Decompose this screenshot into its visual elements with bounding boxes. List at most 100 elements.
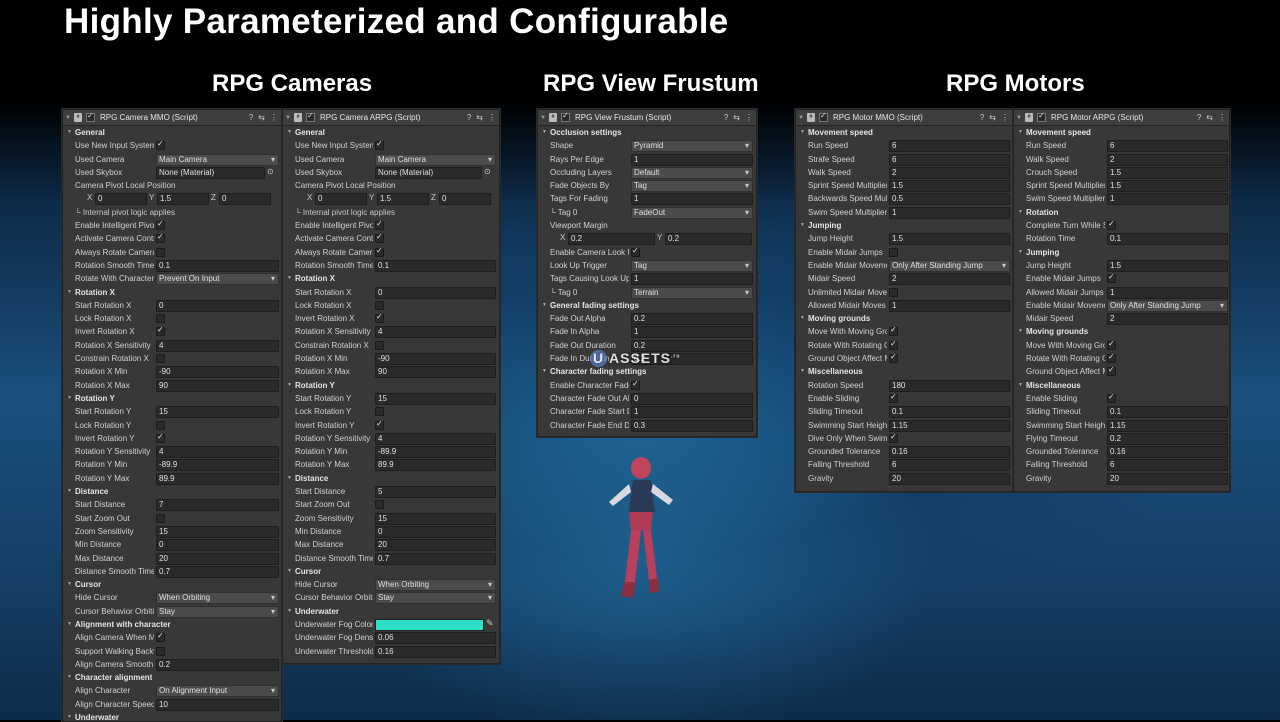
component-header[interactable]: ▼# RPG Motor MMO (Script)? ⇆ ⋮ [796, 110, 1012, 126]
preset-icon[interactable]: ⇆ [476, 113, 483, 122]
section-header-rotation-y[interactable]: Rotation Y [283, 379, 499, 392]
checkbox[interactable] [375, 246, 384, 257]
preset-icon[interactable]: ⇆ [1206, 113, 1213, 122]
checkbox[interactable] [156, 432, 165, 443]
axis-input-z[interactable]: 0 [219, 193, 271, 206]
value-input[interactable]: 180 [889, 379, 1010, 392]
value-input[interactable]: 1.15 [889, 419, 1010, 432]
component-header[interactable]: ▼# RPG View Frustum (Script)? ⇆ ⋮ [538, 110, 756, 126]
checkbox[interactable] [156, 513, 165, 523]
checkbox[interactable] [156, 314, 165, 324]
value-input[interactable]: 89.9 [156, 472, 279, 485]
menu-icon[interactable]: ⋮ [1218, 113, 1226, 122]
help-icon[interactable]: ? [249, 113, 253, 122]
section-header-miscellaneous[interactable]: Miscellaneous [796, 365, 1012, 378]
value-input[interactable]: 90 [156, 379, 279, 392]
section-header-jumping[interactable]: Jumping [1014, 246, 1229, 259]
value-input[interactable]: 1.5 [1107, 166, 1228, 179]
value-input[interactable]: 0 [156, 299, 279, 312]
preset-icon[interactable]: ⇆ [989, 113, 996, 122]
value-input[interactable]: -90 [156, 366, 279, 379]
value-input[interactable]: 15 [156, 525, 279, 538]
value-input[interactable]: 90 [375, 366, 496, 379]
value-input[interactable]: 2 [889, 273, 1010, 286]
value-input[interactable]: 4 [156, 339, 279, 352]
value-input[interactable]: 10 [156, 698, 279, 711]
dropdown[interactable]: FadeOut [631, 206, 753, 219]
help-icon[interactable]: ? [724, 113, 728, 122]
section-header-distance[interactable]: Distance [283, 472, 499, 485]
foldout-arrow-icon[interactable]: ▼ [284, 115, 292, 121]
preset-icon[interactable]: ⇆ [733, 113, 740, 122]
menu-icon[interactable]: ⋮ [745, 113, 753, 122]
checkbox[interactable] [156, 325, 165, 337]
checkbox[interactable] [889, 287, 898, 297]
value-input[interactable]: 1 [1107, 286, 1228, 299]
section-header-underwater[interactable]: Underwater [63, 711, 281, 721]
value-input[interactable]: 4 [375, 432, 496, 445]
component-enabled-checkbox[interactable] [306, 111, 315, 122]
dropdown[interactable]: Tag [631, 259, 753, 272]
checkbox[interactable] [156, 354, 165, 364]
value-input[interactable]: 6 [1107, 459, 1228, 472]
eyedropper-icon[interactable]: ✎ [486, 618, 494, 629]
dropdown[interactable]: When Orbiting [156, 592, 279, 605]
value-input[interactable]: 0.3 [631, 419, 753, 432]
checkbox[interactable] [156, 219, 165, 231]
section-header-rotation-y[interactable]: Rotation Y [63, 392, 281, 405]
value-input[interactable]: 0.16 [889, 446, 1010, 459]
value-input[interactable]: 0 [375, 525, 496, 538]
checkbox[interactable] [889, 352, 898, 364]
checkbox[interactable] [375, 232, 384, 244]
axis-input-x[interactable]: 0 [95, 193, 147, 206]
value-input[interactable]: 2 [1107, 153, 1228, 166]
component-header[interactable]: ▼# RPG Camera ARPG (Script)? ⇆ ⋮ [283, 110, 499, 126]
section-header-rotation[interactable]: Rotation [1014, 206, 1229, 219]
object-picker-icon[interactable]: ⊙ [267, 167, 274, 176]
section-header-jumping[interactable]: Jumping [796, 219, 1012, 232]
section-header-general-fading-settings[interactable]: General fading settings [538, 299, 756, 312]
section-header-alignment-with-character[interactable]: Alignment with character [63, 618, 281, 631]
color-field[interactable] [375, 618, 484, 631]
checkbox[interactable] [156, 631, 165, 643]
value-input[interactable]: -89.9 [156, 459, 279, 472]
value-input[interactable]: 0 [156, 539, 279, 552]
value-input[interactable]: 1 [631, 153, 753, 166]
preset-icon[interactable]: ⇆ [258, 113, 265, 122]
dropdown[interactable]: Prevent On Input [156, 273, 279, 286]
axis-input-y[interactable]: 1.5 [157, 193, 209, 206]
value-input[interactable]: 6 [889, 153, 1010, 166]
checkbox[interactable] [375, 139, 384, 151]
value-input[interactable]: 1 [631, 326, 753, 339]
section-header-movement-speed[interactable]: Movement speed [796, 126, 1012, 139]
axis-input-z[interactable]: 0 [439, 193, 491, 206]
menu-icon[interactable]: ⋮ [488, 113, 496, 122]
value-input[interactable]: 0.16 [1107, 446, 1228, 459]
component-enabled-checkbox[interactable] [1037, 111, 1046, 122]
checkbox[interactable] [156, 139, 165, 151]
component-header[interactable]: ▼# RPG Motor ARPG (Script)? ⇆ ⋮ [1014, 110, 1229, 126]
dropdown[interactable]: Terrain [631, 286, 753, 299]
checkbox[interactable] [889, 339, 898, 350]
checkbox[interactable] [1107, 392, 1116, 403]
section-header-miscellaneous[interactable]: Miscellaneous [1014, 379, 1229, 392]
foldout-arrow-icon[interactable]: ▼ [539, 115, 547, 121]
value-input[interactable]: 1 [631, 273, 753, 286]
value-input[interactable]: 20 [375, 539, 496, 552]
dropdown[interactable]: Main Camera [156, 153, 279, 166]
checkbox[interactable] [156, 232, 165, 244]
value-input[interactable]: 0.2 [631, 313, 753, 326]
dropdown[interactable]: Default [631, 166, 753, 179]
value-input[interactable]: 0.1 [1107, 233, 1228, 246]
checkbox[interactable] [1107, 272, 1116, 284]
section-header-general[interactable]: General [283, 126, 499, 139]
value-input[interactable]: 0.2 [1107, 432, 1228, 445]
checkbox[interactable] [1107, 365, 1116, 377]
checkbox[interactable] [889, 432, 898, 443]
section-header-occlusion-settings[interactable]: Occlusion settings [538, 126, 756, 139]
value-input[interactable]: 0.1 [1107, 406, 1228, 419]
axis-input-y[interactable]: 1.5 [377, 193, 429, 206]
help-icon[interactable]: ? [980, 113, 984, 122]
value-input[interactable]: 0.1 [156, 259, 279, 272]
value-input[interactable]: 0.7 [375, 552, 496, 565]
